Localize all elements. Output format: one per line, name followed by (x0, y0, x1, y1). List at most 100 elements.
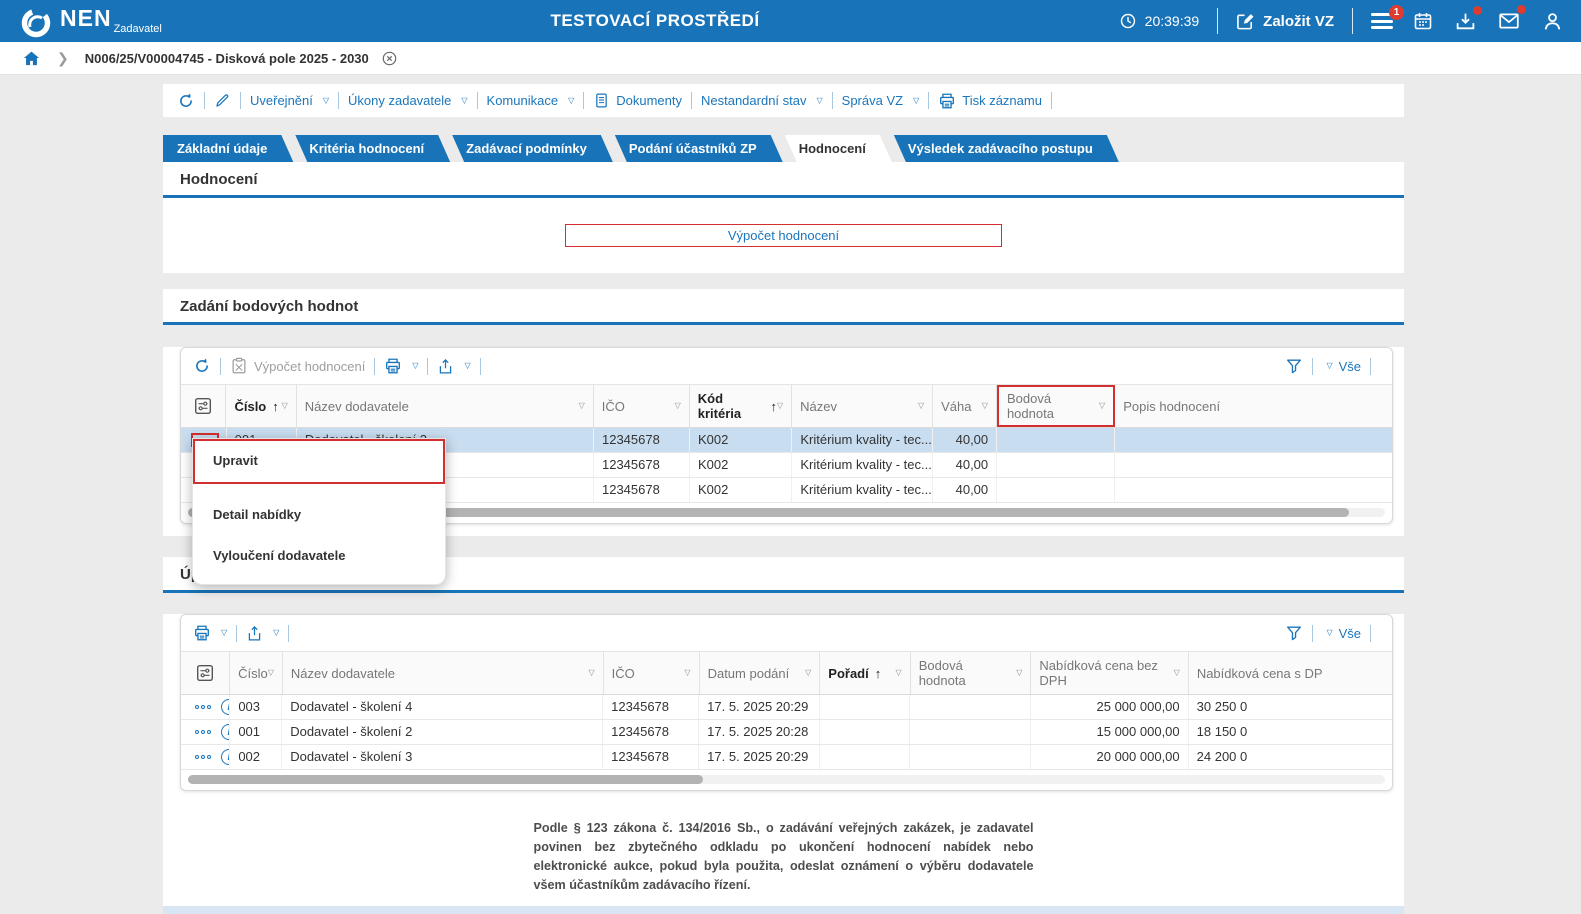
th-datum-podani[interactable]: Datum podání ▽ (700, 652, 821, 694)
caret-down-icon[interactable]: ▽ (282, 402, 288, 410)
row-actions-icon[interactable] (191, 702, 215, 712)
table2-row[interactable]: 001 Dodavatel - školení 2 12345678 17. 5… (181, 720, 1392, 745)
cell-nazev-kriteria: Kritérium kvality - tec... (792, 428, 934, 452)
create-vz-button[interactable]: Založit VZ (1236, 12, 1334, 31)
table2-toolbar: ▽ ▽ ▽ Vše (181, 615, 1392, 651)
caret-down-icon[interactable]: ▽ (684, 669, 690, 677)
cell-ico: 12345678 (594, 428, 690, 452)
nen-logo[interactable]: NEN Zadavatel (0, 3, 162, 39)
caret-down-icon[interactable]: ▽ (805, 669, 811, 677)
close-record-icon[interactable] (381, 50, 398, 67)
cell-bodova-hodnota[interactable] (997, 453, 1116, 477)
menu-item-vylouceni-dodavatele[interactable]: Vyloučení dodavatele (193, 535, 445, 576)
caret-down-icon[interactable]: ▽ (1174, 669, 1180, 677)
th-bodova-hodnota[interactable]: Bodová hodnota ▽ (911, 652, 1032, 694)
tab-zadavaci-podminky[interactable]: Zadávací podmínky (452, 135, 613, 162)
menu-uverejneni[interactable]: Uveřejnění ▽ (250, 93, 329, 108)
downloads-button[interactable] (1455, 5, 1482, 32)
caret-down-icon[interactable]: ▽ (1016, 669, 1022, 677)
info-icon[interactable] (221, 724, 230, 740)
download-tray-icon (1455, 11, 1476, 32)
th-popis-hodnoceni[interactable]: Popis hodnocení (1115, 385, 1392, 427)
menu-sprava-vz[interactable]: Správa VZ ▽ (842, 93, 920, 108)
cell-kod-kriteria: K002 (690, 453, 793, 477)
th-nazev-dodavatele[interactable]: Název dodavatele ▽ (283, 652, 604, 694)
th-cislo[interactable]: Číslo ↑ ▽ (226, 385, 297, 427)
table1-show-all-toggle[interactable]: ▽ Vše (1322, 359, 1361, 374)
column-config-cell[interactable] (181, 652, 231, 694)
cell-ico: 12345678 (594, 453, 690, 477)
th-nazev[interactable]: Název ▽ (792, 385, 934, 427)
menu-label: Uveřejnění (250, 93, 313, 108)
info-icon[interactable] (221, 749, 230, 765)
profile-button[interactable] (1542, 11, 1563, 32)
caret-down-icon[interactable]: ▽ (777, 402, 783, 410)
tab-hodnoceni[interactable]: Hodnocení (785, 135, 892, 162)
table2-show-all-toggle[interactable]: ▽ Vše (1322, 626, 1361, 641)
filter-funnel-icon[interactable] (1285, 357, 1303, 375)
table2-hscrollbar[interactable] (188, 775, 1385, 784)
messages-button[interactable] (1498, 5, 1526, 32)
cell-bodova-hodnota[interactable] (997, 478, 1116, 502)
scrollbar-thumb[interactable] (188, 775, 703, 784)
row-actions-icon[interactable] (191, 752, 215, 762)
table1-vypocet-button[interactable]: Výpočet hodnocení (230, 357, 365, 375)
tab-kriteria-hodnoceni[interactable]: Kritéria hodnocení (295, 135, 450, 162)
table1-export-button[interactable]: ▽ (437, 358, 471, 375)
table2-print-button[interactable]: ▽ (193, 624, 227, 642)
caret-down-icon[interactable]: ▽ (268, 669, 274, 677)
cell-bodova-hodnota[interactable] (997, 428, 1116, 452)
tab-vysledek[interactable]: Výsledek zadávacího postupu (894, 135, 1119, 162)
caret-down-icon[interactable]: ▽ (675, 402, 681, 410)
th-cena-s-dph[interactable]: Nabídková cena s DP (1189, 652, 1392, 694)
home-icon[interactable] (22, 49, 41, 68)
refresh-button[interactable] (177, 92, 195, 110)
menu-tisk-zaznamu[interactable]: Tisk záznamu (938, 92, 1042, 110)
th-vaha[interactable]: Váha ▽ (933, 385, 997, 427)
cell-cena-s-dph: 24 200 0 (1196, 749, 1248, 764)
caret-down-icon[interactable]: ▽ (982, 402, 988, 410)
clock-time: 20:39:39 (1144, 13, 1200, 29)
vypocet-hodnoceni-button[interactable]: Výpočet hodnocení (565, 224, 1002, 247)
tab-zakladni-udaje[interactable]: Základní údaje (163, 135, 293, 162)
caret-down-icon[interactable]: ▽ (918, 402, 924, 410)
menu-dokumenty[interactable]: Dokumenty (593, 92, 682, 109)
main-menu-button[interactable]: 1 (1371, 5, 1404, 29)
menu-item-detail-nabidky[interactable]: Detail nabídky (193, 494, 445, 535)
table1-print-button[interactable]: ▽ (384, 357, 418, 375)
th-cena-bez-dph[interactable]: Nabídková cena bez DPH ▽ (1031, 652, 1189, 694)
menu-label: Úkony zadavatele (348, 93, 452, 108)
table2-row[interactable]: 003 Dodavatel - školení 4 12345678 17. 5… (181, 695, 1392, 720)
menu-nestandardni-stav[interactable]: Nestandardní stav ▽ (701, 93, 823, 108)
th-nazev-dodavatele[interactable]: Název dodavatele ▽ (297, 385, 594, 427)
menu-ukony-zadavatele[interactable]: Úkony zadavatele ▽ (348, 93, 468, 108)
calendar-button[interactable] (1413, 11, 1433, 31)
th-kod-kriteria[interactable]: Kód kritéria ↑ ▽ (690, 385, 793, 427)
caret-down-icon[interactable]: ▽ (589, 669, 595, 677)
filter-funnel-icon[interactable] (1285, 624, 1303, 642)
table1-refresh-button[interactable] (193, 357, 211, 375)
th-ico[interactable]: IČO ▽ (604, 652, 700, 694)
hodnoceni-body: Výpočet hodnocení (163, 198, 1404, 273)
th-cislo[interactable]: Číslo ▽ (230, 652, 283, 694)
column-config-cell[interactable] (181, 385, 227, 427)
table2-row[interactable]: 002 Dodavatel - školení 3 12345678 17. 5… (181, 745, 1392, 770)
refresh-icon (177, 92, 195, 110)
caret-down-icon[interactable]: ▽ (896, 669, 902, 677)
tab-podani-ucastniku[interactable]: Podání účastníků ZP (615, 135, 783, 162)
separator (928, 92, 930, 109)
table2-export-button[interactable]: ▽ (246, 625, 279, 642)
info-icon[interactable] (221, 699, 230, 715)
th-poradi[interactable]: Pořadí ↑ ▽ (820, 652, 911, 694)
edit-button[interactable] (214, 92, 231, 109)
caret-down-icon[interactable]: ▽ (1099, 402, 1105, 410)
menu-item-upravit[interactable]: Upravit (193, 439, 445, 484)
caret-down-icon[interactable]: ▽ (579, 402, 585, 410)
menu-komunikace[interactable]: Komunikace ▽ (487, 93, 575, 108)
th-ico[interactable]: IČO ▽ (594, 385, 690, 427)
row-actions-icon[interactable] (191, 727, 215, 737)
th-bodova-hodnota[interactable]: Bodová hodnota ▽ (996, 385, 1116, 427)
cell-nazev-dodavatele: Dodavatel - školení 4 (282, 695, 604, 719)
footer-panel: Podle § 123 zákona č. 134/2016 Sb., o za… (163, 803, 1404, 906)
breadcrumb-record[interactable]: N006/25/V00004745 - Disková pole 2025 - … (85, 51, 369, 66)
